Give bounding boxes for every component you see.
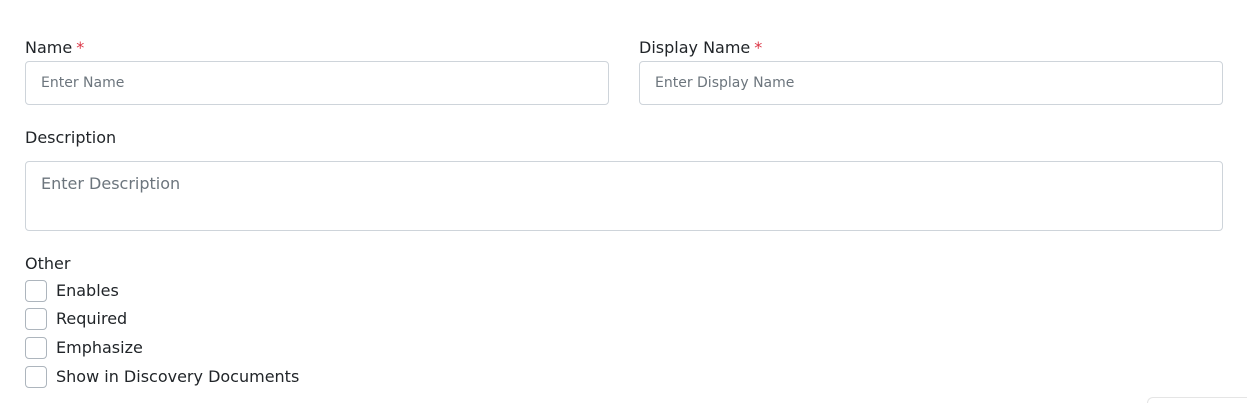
required-checkbox-label[interactable]: Required — [56, 309, 127, 329]
display-name-required-mark: * — [754, 38, 763, 57]
display-name-label: Display Name * — [639, 38, 762, 58]
name-input[interactable] — [25, 61, 609, 105]
show-in-discovery-option[interactable]: Show in Discovery Documents — [25, 366, 299, 388]
show-in-discovery-checkbox[interactable] — [25, 366, 47, 388]
name-required-mark: * — [76, 38, 85, 57]
required-checkbox[interactable] — [25, 308, 47, 330]
display-name-label-text: Display Name — [639, 38, 751, 57]
display-name-input[interactable] — [639, 61, 1223, 105]
name-label-text: Name — [25, 38, 73, 57]
description-textarea[interactable] — [25, 161, 1223, 231]
emphasize-checkbox-label[interactable]: Emphasize — [56, 338, 143, 358]
other-label: Other — [25, 254, 71, 273]
show-in-discovery-checkbox-label[interactable]: Show in Discovery Documents — [56, 367, 299, 387]
field-form: Name* Display Name* Description Other En… — [0, 0, 1247, 403]
enables-option[interactable]: Enables — [25, 280, 119, 302]
enables-checkbox[interactable] — [25, 280, 47, 302]
enables-checkbox-label[interactable]: Enables — [56, 281, 119, 301]
emphasize-checkbox[interactable] — [25, 337, 47, 359]
footer-panel-edge — [1147, 397, 1247, 403]
description-label: Description — [25, 128, 117, 147]
required-option[interactable]: Required — [25, 308, 127, 330]
name-label: Name * — [25, 38, 84, 58]
emphasize-option[interactable]: Emphasize — [25, 337, 143, 359]
